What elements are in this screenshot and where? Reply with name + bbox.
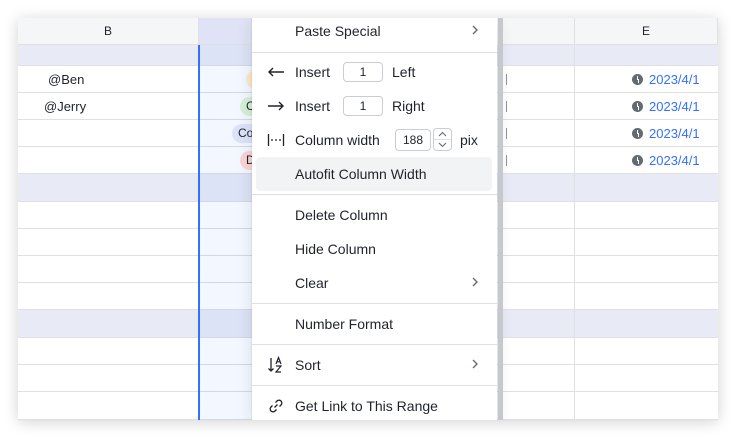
arrow-right-icon bbox=[266, 96, 286, 116]
cell-mark bbox=[506, 74, 507, 85]
arrow-left-icon bbox=[266, 62, 286, 82]
menu-divider bbox=[252, 344, 497, 345]
column-width-icon bbox=[266, 130, 286, 150]
menu-item-insert-left[interactable]: Insert 1 Left bbox=[256, 55, 492, 89]
column-header-c[interactable] bbox=[199, 18, 259, 45]
column-width-unit: pix bbox=[460, 132, 478, 148]
menu-item-label: Number Format bbox=[295, 316, 394, 332]
date-value: 2023/4/1 bbox=[649, 152, 700, 168]
sort-az-icon bbox=[266, 355, 286, 375]
menu-item-label: Get Link to This Range bbox=[295, 398, 438, 414]
menu-item-suffix: Left bbox=[392, 64, 416, 80]
date-cell[interactable]: 2023/4/1 bbox=[632, 152, 700, 168]
clock-icon bbox=[632, 127, 643, 139]
clock-icon bbox=[632, 154, 643, 166]
menu-item-label: Delete Column bbox=[295, 207, 388, 223]
date-value: 2023/4/1 bbox=[649, 125, 700, 141]
menu-item-label: Hide Column bbox=[295, 241, 376, 257]
menu-item-number-format[interactable]: Number Format bbox=[256, 307, 492, 341]
column-header-label: E bbox=[641, 24, 650, 38]
clock-icon bbox=[632, 73, 643, 85]
menu-item-delete-column[interactable]: Delete Column bbox=[256, 198, 492, 232]
menu-item-column-width[interactable]: Column width 188 pix bbox=[256, 123, 492, 157]
column-width-stepper[interactable] bbox=[433, 128, 452, 151]
column-width-input[interactable]: 188 bbox=[395, 129, 431, 151]
chevron-down-icon[interactable] bbox=[434, 140, 451, 150]
menu-item-suffix: Right bbox=[392, 98, 425, 114]
insert-right-count-input[interactable]: 1 bbox=[343, 96, 383, 116]
menu-item-get-link[interactable]: Get Link to This Range bbox=[256, 389, 492, 420]
date-cell[interactable]: 2023/4/1 bbox=[632, 71, 700, 87]
menu-item-autofit-column-width[interactable]: Autofit Column Width bbox=[256, 157, 492, 191]
chevron-up-icon[interactable] bbox=[434, 129, 451, 139]
column-header-d[interactable] bbox=[503, 18, 575, 45]
menu-item-label: Autofit Column Width bbox=[295, 166, 427, 182]
cell-mark bbox=[506, 101, 507, 112]
mention-cell[interactable]: @Jerry bbox=[44, 99, 86, 114]
date-cell[interactable]: 2023/4/1 bbox=[632, 125, 700, 141]
menu-divider bbox=[252, 194, 497, 195]
clock-icon bbox=[632, 100, 643, 112]
menu-item-label: Paste Special bbox=[295, 23, 381, 39]
menu-item-sort[interactable]: Sort bbox=[256, 348, 492, 382]
column-header-b[interactable]: B bbox=[18, 18, 199, 45]
menu-divider bbox=[252, 303, 497, 304]
column-header-label: B bbox=[103, 24, 112, 38]
spreadsheet-window: B E @Ben @Jerry I C Co D bbox=[18, 18, 718, 420]
mention-cell[interactable]: @Ben bbox=[48, 72, 84, 87]
menu-divider bbox=[252, 52, 497, 53]
menu-item-insert-right[interactable]: Insert 1 Right bbox=[256, 89, 492, 123]
date-value: 2023/4/1 bbox=[649, 71, 700, 87]
chevron-right-icon bbox=[470, 23, 480, 39]
cell-mark bbox=[506, 155, 507, 166]
chevron-right-icon bbox=[470, 357, 480, 373]
menu-item-label: Insert bbox=[295, 98, 331, 114]
grid-line bbox=[574, 45, 575, 420]
menu-item-hide-column[interactable]: Hide Column bbox=[256, 232, 492, 266]
menu-item-label: Insert bbox=[295, 64, 331, 80]
column-context-menu: Paste Special Insert 1 Left Insert 1 Rig… bbox=[252, 18, 497, 420]
menu-item-clear[interactable]: Clear bbox=[256, 266, 492, 300]
cell-mark bbox=[506, 128, 507, 139]
menu-item-paste-special[interactable]: Paste Special bbox=[256, 18, 492, 48]
menu-scrollbar[interactable] bbox=[498, 18, 503, 420]
column-header-e[interactable]: E bbox=[575, 18, 718, 45]
menu-item-label: Sort bbox=[295, 357, 321, 373]
menu-item-label: Column width bbox=[295, 132, 380, 148]
insert-left-count-input[interactable]: 1 bbox=[343, 62, 383, 82]
menu-item-label: Clear bbox=[295, 275, 329, 291]
menu-divider bbox=[252, 385, 497, 386]
chevron-right-icon bbox=[470, 275, 480, 291]
date-value: 2023/4/1 bbox=[649, 98, 700, 114]
link-icon bbox=[266, 396, 286, 416]
date-cell[interactable]: 2023/4/1 bbox=[632, 98, 700, 114]
